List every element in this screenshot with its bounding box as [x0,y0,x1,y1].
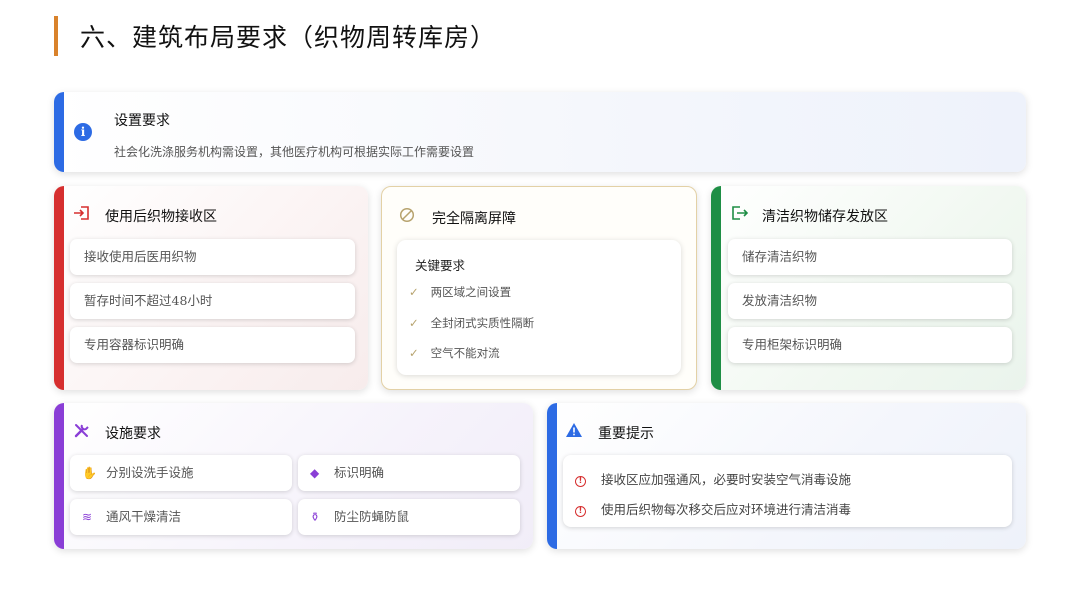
facility-item: ≋ 通风干燥清洁 [70,499,292,535]
warning-triangle-icon [566,423,582,437]
facility-item-label: 通风干燥清洁 [106,509,182,524]
settings-banner [54,92,1026,172]
prohibit-icon [399,207,415,223]
banner-title: 设置要求 [114,113,170,129]
wind-icon: ≋ [82,510,93,524]
tip-item: ! 使用后织物每次移交后应对环境进行清洁消毒 [575,499,851,518]
receive-zone-accent [54,186,64,390]
clean-zone-title: 清洁织物储存发放区 [762,209,888,225]
broom-icon: ⚱ [310,510,321,524]
facilities-title: 设施要求 [105,426,161,442]
list-item: ✓ 全封闭式实质性隔断 [409,315,534,331]
tag-icon: ◆ [310,466,320,480]
list-item: ✓ 空气不能对流 [409,345,500,361]
facility-item-label: 防尘防蝇防鼠 [334,509,410,524]
tools-icon [74,424,89,438]
list-item: 专用柜架标识明确 [728,327,1012,363]
facility-item: ◆ 标识明确 [298,455,520,491]
alert-circle-icon: ! [575,506,586,517]
list-item-label: 空气不能对流 [430,346,500,360]
banner-accent [54,92,64,172]
tip-item-label: 接收区应加强通风，必要时安装空气消毒设施 [601,472,852,487]
list-item: 储存清洁织物 [728,239,1012,275]
info-icon: i [74,123,92,141]
facility-item: ⚱ 防尘防蝇防鼠 [298,499,520,535]
facility-item-label: 标识明确 [334,465,385,480]
tips-title: 重要提示 [598,426,654,442]
page-title: 六、建筑布局要求（织物周转库房） [80,23,497,52]
key-requirements-title: 关键要求 [415,258,466,273]
hand-wash-icon: ✋ [82,466,97,480]
check-icon: ✓ [409,285,419,299]
tip-item-label: 使用后织物每次移交后应对环境进行清洁消毒 [601,502,852,517]
tips-accent [547,403,557,549]
check-icon: ✓ [409,316,419,330]
list-item-label: 两区域之间设置 [430,285,512,299]
list-item: 发放清洁织物 [728,283,1012,319]
list-item: 专用容器标识明确 [70,327,355,363]
banner-subtitle: 社会化洗涤服务机构需设置，其他医疗机构可根据实际工作需要设置 [114,145,475,159]
list-item: 暂存时间不超过48小时 [70,283,355,319]
alert-circle-icon: ! [575,476,586,487]
list-item: ✓ 两区域之间设置 [409,284,511,300]
facilities-accent [54,403,64,549]
list-item: 接收使用后医用织物 [70,239,355,275]
title-accent-bar [54,16,58,56]
receive-zone-title: 使用后织物接收区 [105,209,217,225]
logout-arrow-icon [732,206,749,220]
clean-zone-accent [711,186,721,390]
tip-item: ! 接收区应加强通风，必要时安装空气消毒设施 [575,469,851,488]
isolation-title: 完全隔离屏障 [432,211,516,227]
login-arrow-icon [74,206,89,220]
check-icon: ✓ [409,346,419,360]
list-item-label: 全封闭式实质性隔断 [430,316,535,330]
facility-item-label: 分别设洗手设施 [106,465,194,480]
facility-item: ✋ 分别设洗手设施 [70,455,292,491]
